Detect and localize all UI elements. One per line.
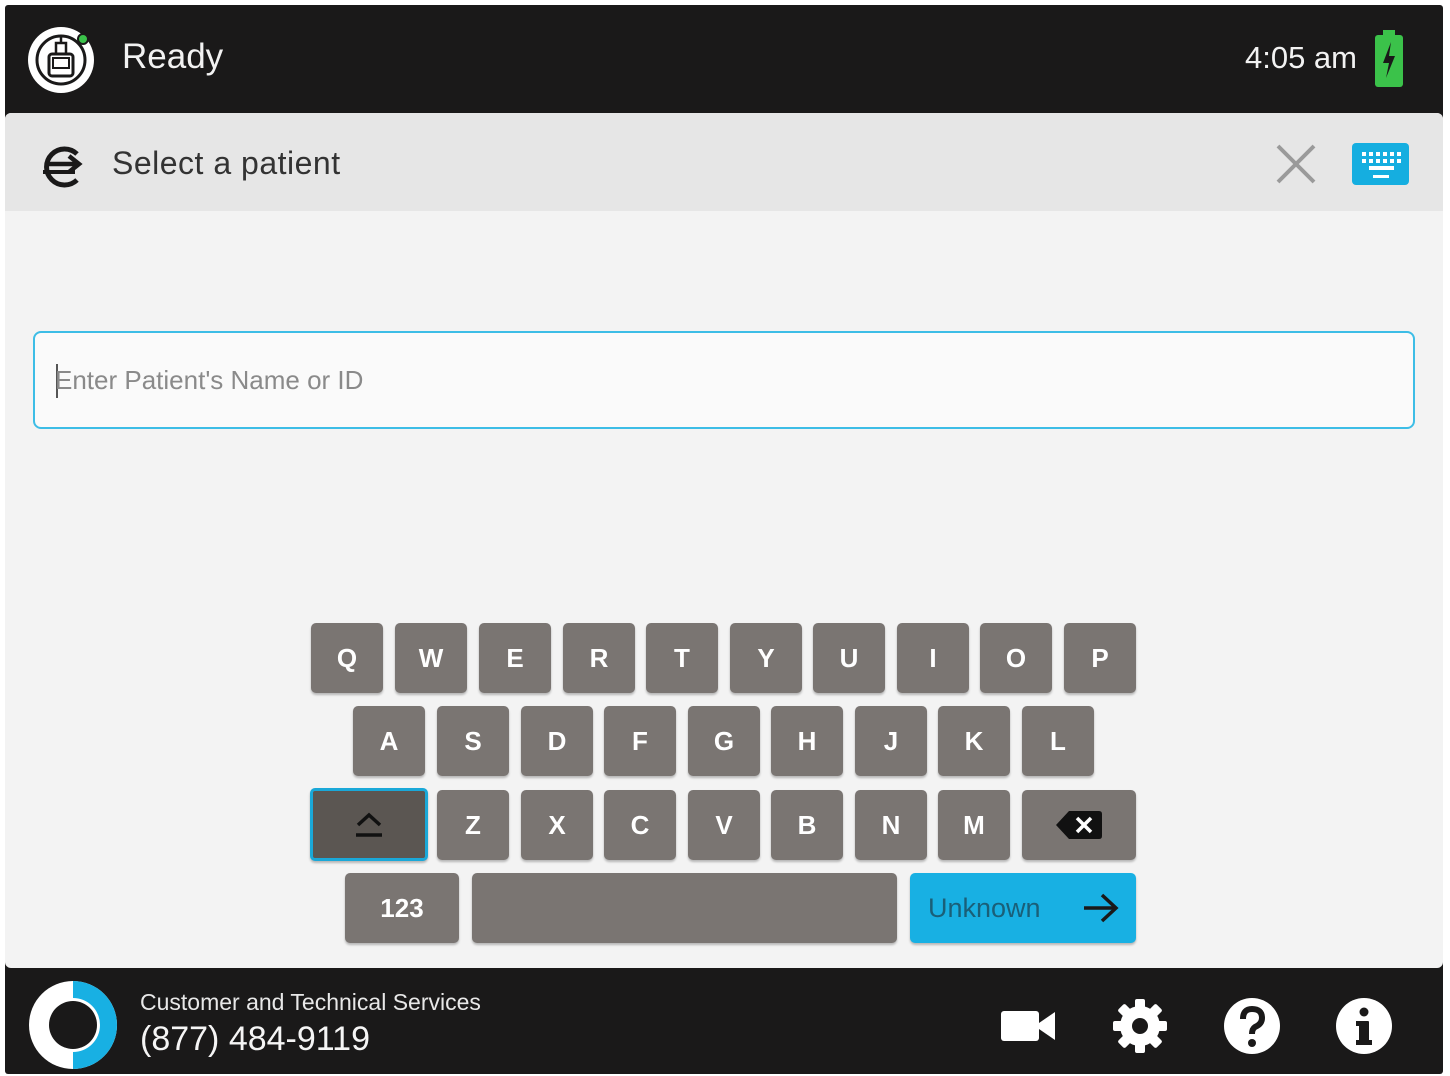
brand-logo — [29, 981, 117, 1069]
key-t[interactable]: T — [646, 623, 718, 693]
backspace-icon — [1056, 811, 1102, 839]
key-m[interactable]: M — [938, 790, 1010, 860]
device-status: Ready — [122, 37, 224, 76]
numbers-key[interactable]: 123 — [345, 873, 459, 943]
patient-search-field[interactable] — [33, 331, 1415, 429]
panel-header: Select a patient — [5, 113, 1443, 211]
key-u[interactable]: U — [813, 623, 885, 693]
key-j[interactable]: J — [855, 706, 927, 776]
key-c[interactable]: C — [604, 790, 676, 860]
keyboard-icon — [1362, 152, 1401, 178]
key-h[interactable]: H — [771, 706, 843, 776]
key-s[interactable]: S — [437, 706, 509, 776]
battery-charging-icon — [1375, 30, 1403, 87]
patient-select-panel: Select a patient Enter Patient's Name or… — [5, 113, 1443, 968]
key-g[interactable]: G — [688, 706, 760, 776]
backspace-key[interactable] — [1022, 790, 1136, 860]
clock: 4:05 am — [1244, 40, 1357, 75]
video-camera-icon[interactable] — [998, 996, 1058, 1056]
space-key[interactable] — [472, 873, 897, 943]
key-i[interactable]: I — [897, 623, 969, 693]
support-label: Customer and Technical Services — [140, 989, 481, 1015]
unknown-patient-label: Unknown — [928, 892, 1041, 923]
key-f[interactable]: F — [604, 706, 676, 776]
key-l[interactable]: L — [1022, 706, 1094, 776]
key-p[interactable]: P — [1064, 623, 1136, 693]
key-d[interactable]: D — [521, 706, 593, 776]
key-r[interactable]: R — [563, 623, 635, 693]
shift-key[interactable] — [310, 788, 428, 861]
page-title: Select a patient — [112, 145, 341, 181]
footer-bar: Customer and Technical Services (877) 48… — [5, 968, 1443, 1074]
key-o[interactable]: O — [980, 623, 1052, 693]
unknown-patient-button[interactable]: Unknown — [910, 873, 1136, 943]
key-x[interactable]: X — [521, 790, 593, 860]
key-y[interactable]: Y — [730, 623, 802, 693]
key-z[interactable]: Z — [437, 790, 509, 860]
key-q[interactable]: Q — [311, 623, 383, 693]
support-phone: (877) 484-9119 — [140, 1020, 370, 1058]
key-a[interactable]: A — [353, 706, 425, 776]
shift-icon — [356, 812, 382, 837]
arrow-right-icon — [1084, 893, 1119, 923]
key-w[interactable]: W — [395, 623, 467, 693]
key-e[interactable]: E — [479, 623, 551, 693]
back-arrow-icon[interactable] — [35, 140, 87, 192]
key-k[interactable]: K — [938, 706, 1010, 776]
pump-icon — [28, 27, 94, 93]
app-frame: Ready 4:05 am Select a patient Enter Pat… — [5, 5, 1443, 1074]
key-b[interactable]: B — [771, 790, 843, 860]
help-icon[interactable] — [1222, 996, 1282, 1056]
status-dot — [77, 33, 89, 45]
key-n[interactable]: N — [855, 790, 927, 860]
key-v[interactable]: V — [688, 790, 760, 860]
patient-search-input[interactable] — [55, 333, 1385, 427]
keyboard-toggle-button[interactable] — [1352, 143, 1409, 185]
status-bar: Ready 4:05 am — [5, 5, 1443, 113]
settings-gear-icon[interactable] — [1110, 996, 1170, 1056]
close-icon[interactable] — [1275, 143, 1317, 185]
info-icon[interactable] — [1334, 996, 1394, 1056]
